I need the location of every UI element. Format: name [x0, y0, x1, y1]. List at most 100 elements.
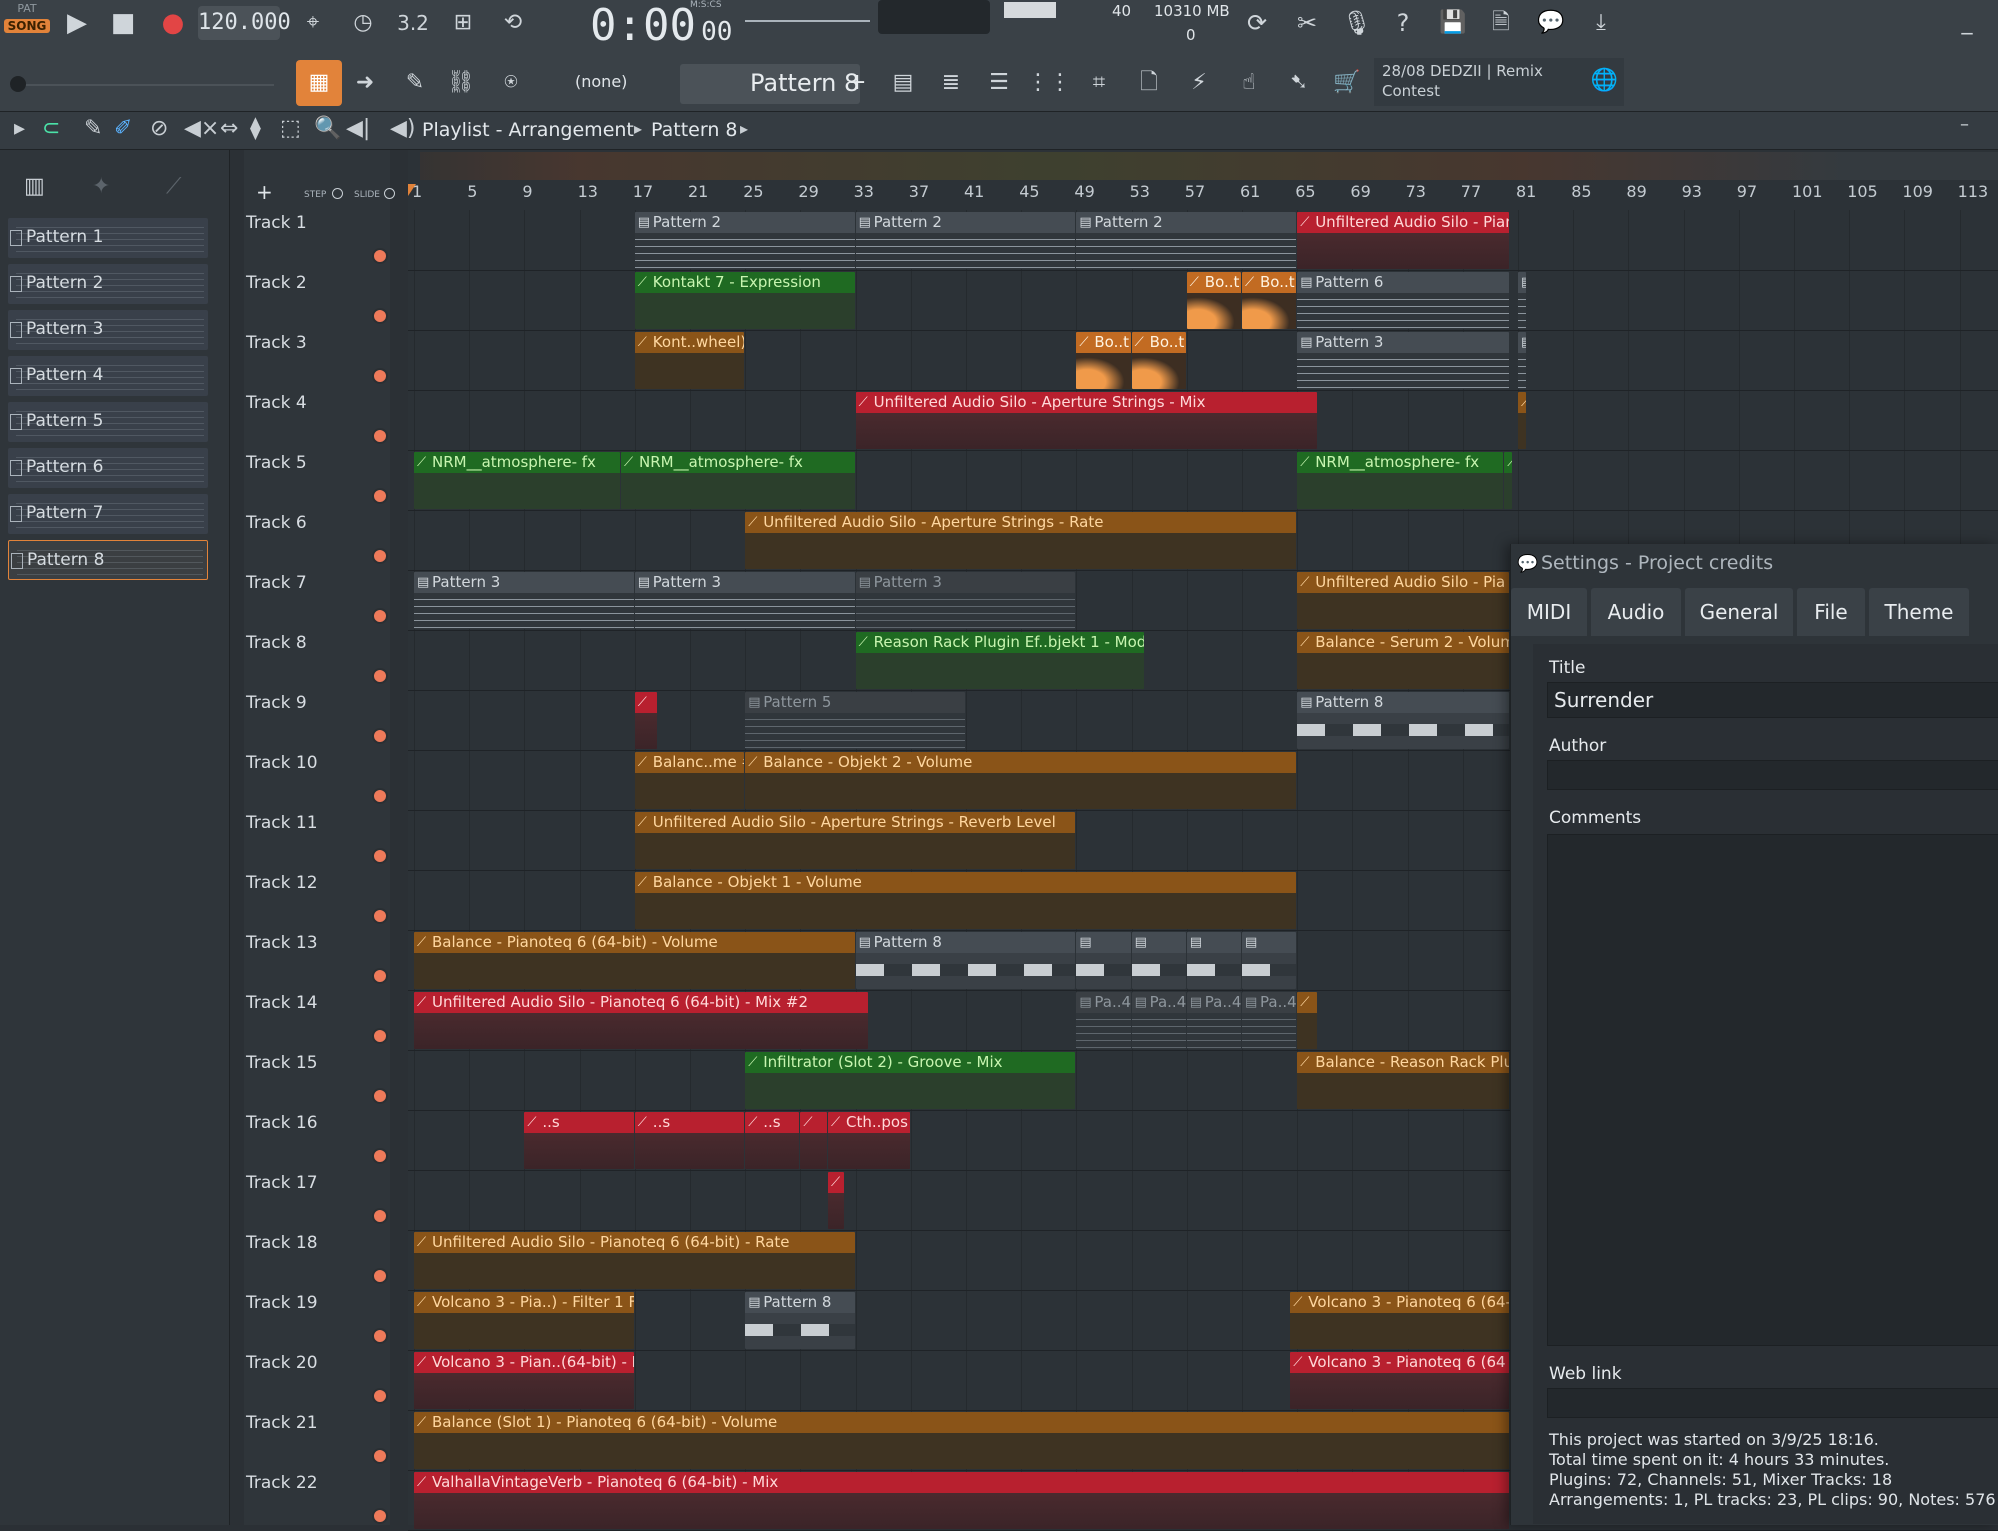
stamp-tool-icon[interactable]: ⍟ [488, 60, 534, 106]
playlist-clip[interactable]: Reason Rack Plugin Ef..bjekt 1 - Mod Whe… [855, 632, 1145, 689]
playlist-clip[interactable]: Balance - Reason Rack Plu [1297, 1052, 1509, 1109]
playlist-clip[interactable]: Pattern 8 [855, 932, 1076, 989]
paint-icon[interactable]: ✐ [114, 116, 132, 141]
stop-button[interactable]: ■ [100, 0, 146, 46]
playlist-clip[interactable] [1186, 932, 1241, 989]
performance-icon[interactable]: ➷ [1276, 60, 1322, 106]
master-volume-slider[interactable] [10, 84, 274, 86]
track-enable-dot[interactable] [372, 968, 388, 984]
track-name[interactable]: Track 9 [246, 693, 307, 713]
news-panel[interactable]: 28/08 DEDZII | Remix Contest 🌐 [1374, 58, 1624, 106]
add-pattern-button[interactable]: + [848, 70, 868, 95]
delete-icon[interactable]: ⊘ [150, 116, 168, 141]
playlist-clip[interactable]: NRM__atmosphere- fx [414, 452, 620, 509]
shop-icon[interactable]: 🛒 [1324, 60, 1370, 106]
track-enable-dot[interactable] [372, 248, 388, 264]
playlist-clip[interactable]: Pattern 3 [1518, 332, 1526, 389]
playlist-clip[interactable]: Pa..4 [1242, 992, 1297, 1049]
web-link-field[interactable] [1547, 1388, 1998, 1418]
download-icon[interactable]: ⤓ [1578, 0, 1624, 46]
playlist-clip[interactable]: Pa..4 [1186, 992, 1241, 1049]
tab-file[interactable]: File [1797, 588, 1865, 636]
playlist-clip[interactable] [1242, 932, 1297, 989]
magnet-icon[interactable]: ⊂ [42, 116, 60, 141]
track-enable-dot[interactable] [372, 668, 388, 684]
cut-icon[interactable]: ✂ [1284, 0, 1330, 46]
playlist-clip[interactable]: Balanc..lume [1518, 392, 1526, 449]
track-name[interactable]: Track 15 [246, 1053, 318, 1073]
playlist-clip[interactable]: Pattern 8 [1297, 692, 1509, 749]
select-icon[interactable]: ⬚ [280, 116, 301, 141]
song-position-slider[interactable] [745, 20, 870, 22]
track-name[interactable]: Track 21 [246, 1413, 318, 1433]
playlist-clip[interactable] [1518, 272, 1526, 329]
track-enable-dot[interactable] [372, 1148, 388, 1164]
track-enable-dot[interactable] [372, 848, 388, 864]
playlist-clip[interactable] [828, 1172, 844, 1229]
playhead-marker[interactable] [408, 184, 416, 196]
track-name[interactable]: Track 22 [246, 1473, 318, 1493]
mixer-icon[interactable]: ☰ [976, 60, 1022, 106]
overview-strip[interactable] [420, 152, 1998, 180]
playlist-clip[interactable]: Pattern 3 [1297, 332, 1509, 389]
track-name[interactable]: Track 8 [246, 633, 307, 653]
track-name[interactable]: Track 4 [246, 393, 307, 413]
tab-audio[interactable]: Audio [1591, 588, 1681, 636]
plugin-icon[interactable]: ⚡ [1176, 60, 1222, 106]
playlist-clip[interactable]: Infiltrator (Slot 2) - Groove - Mix [745, 1052, 1076, 1109]
playlist-clip[interactable]: Balance - Objekt 2 - Volume [745, 752, 1297, 809]
track-name[interactable]: Track 16 [246, 1113, 318, 1133]
playlist-clip[interactable]: Unfiltered Audio Silo - Pianoteq 6 (64-b… [1297, 212, 1509, 269]
playlist-clip[interactable]: Pattern 3 [414, 572, 634, 629]
playlist-clip[interactable]: Pa..4 [1076, 992, 1131, 1049]
track-name[interactable]: Track 5 [246, 453, 307, 473]
menu-arrow-icon[interactable]: ▸ [14, 116, 25, 141]
mic-icon[interactable]: 🎙 [1334, 0, 1380, 46]
track-enable-dot[interactable] [372, 788, 388, 804]
playback-icon[interactable]: ◀| [346, 116, 370, 141]
automation-icon[interactable]: ⟋ [166, 174, 181, 199]
playlist-clip[interactable] [800, 1112, 827, 1169]
playlist-clip[interactable]: Unfiltered Audio Silo - Pianoteq 6 (64-b… [414, 1232, 855, 1289]
playlist-icon[interactable]: ▤ [880, 60, 926, 106]
playlist-clip[interactable]: Balance (Slot 1) - Pianoteq 6 (64-bit) -… [414, 1412, 1509, 1469]
playlist-clip[interactable]: NRM__atmosphere- fx [621, 452, 855, 509]
playlist-clip[interactable]: ValhallaVintageVerb - Pianoteq 6 (64-bit… [414, 1472, 1509, 1529]
piano-icon[interactable]: ▥ [24, 174, 45, 199]
playlist-clip[interactable] [634, 692, 658, 749]
pattern-item[interactable]: Pattern 5 [8, 402, 208, 442]
playlist-clip[interactable]: Pattern 2 [855, 212, 1076, 269]
track-name[interactable]: Track 10 [246, 753, 318, 773]
breadcrumb-pattern[interactable]: Pattern 8 [651, 119, 737, 141]
track-name[interactable]: Track 18 [246, 1233, 318, 1253]
track-enable-dot[interactable] [372, 548, 388, 564]
track-enable-dot[interactable] [372, 1328, 388, 1344]
window-minimize-icon[interactable]: – [1960, 114, 1969, 135]
pencil-icon[interactable]: ✎ [84, 116, 102, 141]
touch-keyboard-icon[interactable]: ☝ [1226, 60, 1272, 106]
playlist-clip[interactable]: Kontakt 7 - Expression [634, 272, 855, 329]
playlist-clip[interactable]: NRM__atmosphere- fx [1297, 452, 1504, 509]
comments-field[interactable] [1547, 834, 1998, 1346]
track-name[interactable]: Track 17 [246, 1173, 318, 1193]
add-track-icon[interactable]: + [256, 180, 273, 204]
pattern-item[interactable]: Pattern 3 [8, 310, 208, 350]
track-enable-dot[interactable] [372, 1388, 388, 1404]
playlist-clip[interactable]: Volcano 3 - Pianoteq 6 (64 [1290, 1352, 1509, 1409]
channel-rack-icon[interactable]: ≣ [928, 60, 974, 106]
playlist-clip[interactable]: Volcano 3 - Pia..) - Filter 1 Freq [414, 1292, 634, 1349]
track-name[interactable]: Track 1 [246, 213, 307, 233]
playlist-clip[interactable]: Pattern 8 [745, 1292, 855, 1349]
playlist-clip[interactable]: Balance - Serum 2 - Volum [1297, 632, 1509, 689]
time-display[interactable]: 0:00 00 M:S:CS [590, 0, 740, 51]
playlist-clip[interactable] [1076, 932, 1131, 989]
track-name[interactable]: Track 14 [246, 993, 318, 1013]
playlist-clip[interactable]: Pattern 3 [855, 572, 1076, 629]
playlist-clip[interactable]: Kont..wheel) [634, 332, 745, 389]
speaker-icon[interactable]: ◀) [390, 116, 416, 141]
undo-icon[interactable]: ⟳ [1234, 0, 1280, 46]
track-name[interactable]: Track 11 [246, 813, 318, 833]
track-enable-dot[interactable] [372, 1268, 388, 1284]
pattern-selector[interactable]: Pattern 8 [680, 64, 860, 104]
chat-icon[interactable]: 💬 [1528, 0, 1574, 46]
